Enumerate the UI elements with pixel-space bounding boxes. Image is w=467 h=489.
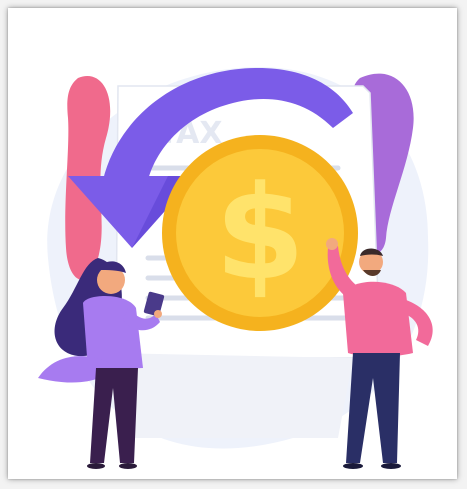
- coin-dollar-symbol: $: [215, 157, 305, 309]
- tax-refund-illustration: TAX $: [38, 67, 433, 469]
- gold-coin: $: [162, 135, 358, 331]
- illustration-frame: TAX $: [8, 8, 457, 479]
